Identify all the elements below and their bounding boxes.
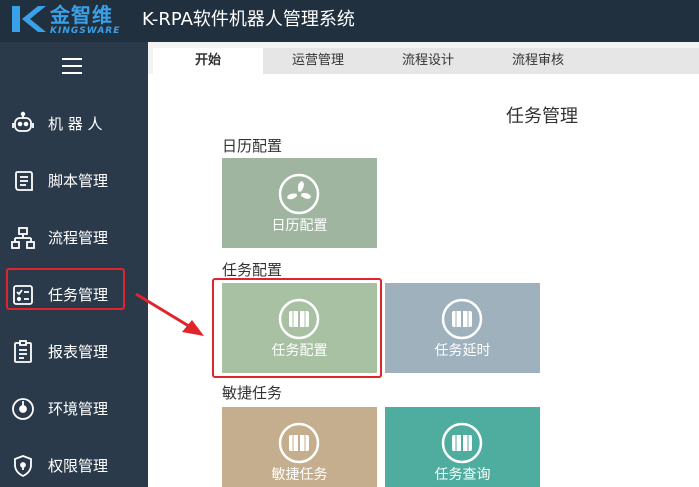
sidebar-item-script[interactable]: 脚本管理 (0, 162, 148, 200)
annotation-arrow-icon (135, 292, 204, 336)
app-title: K-RPA软件机器人管理系统 (142, 9, 355, 30)
tab-start[interactable]: 开始 (153, 48, 263, 74)
tile-calendar-config[interactable]: 日历配置 (222, 158, 377, 248)
tab-operations[interactable]: 运营管理 (263, 48, 373, 74)
book-icon (278, 422, 320, 464)
sidebar: 机 器 人 脚本管理 流程管理 任务管理 报表管理 环境管理 权限管理 (0, 42, 148, 487)
sidebar-item-label: 权限管理 (48, 457, 109, 475)
sidebar-item-label: 脚本管理 (48, 172, 109, 190)
robot-icon (12, 111, 34, 132)
sidebar-item-flow[interactable]: 流程管理 (0, 219, 148, 257)
sidebar-item-environment[interactable]: 环境管理 (0, 390, 148, 428)
logo-text-cn: 金智维 (50, 3, 113, 27)
script-icon (15, 171, 33, 191)
environment-icon (12, 398, 34, 420)
tab-flow-review[interactable]: 流程审核 (483, 48, 593, 74)
sidebar-item-label: 机 器 人 (48, 115, 103, 133)
sidebar-item-label: 环境管理 (48, 400, 109, 418)
tile-label: 任务查询 (434, 467, 491, 483)
annotation-box-tile (212, 278, 382, 378)
section-title-agile-task: 敏捷任务 (222, 384, 283, 402)
tile-label: 任务延时 (434, 343, 491, 359)
tile-agile-task[interactable]: 敏捷任务 (222, 407, 377, 487)
flow-icon (11, 227, 35, 249)
section-title-calendar: 日历配置 (222, 137, 283, 155)
annotation-box-sidebar (6, 268, 125, 310)
logo-k-icon (12, 6, 46, 32)
permission-icon (14, 455, 32, 478)
fan-icon (278, 173, 320, 215)
sidebar-item-permission[interactable]: 权限管理 (0, 447, 148, 485)
tile-task-delay[interactable]: 任务延时 (385, 283, 540, 373)
book-icon (441, 422, 483, 464)
sidebar-item-label: 流程管理 (48, 229, 109, 247)
tile-label: 日历配置 (271, 218, 328, 234)
sidebar-item-label: 报表管理 (48, 343, 109, 361)
tab-bar: 开始 运营管理 流程设计 流程审核 (148, 42, 699, 74)
page-title: 任务管理 (506, 106, 578, 127)
sidebar-item-report[interactable]: 报表管理 (0, 333, 148, 371)
tile-task-query[interactable]: 任务查询 (385, 407, 540, 487)
logo-text-en: KINGSWARE (50, 26, 121, 36)
top-bar: 金智维 KINGSWARE K-RPA软件机器人管理系统 (0, 0, 699, 42)
section-title-task-config: 任务配置 (222, 261, 283, 279)
report-icon (14, 340, 32, 363)
book-icon (441, 298, 483, 340)
logo: 金智维 KINGSWARE (10, 4, 130, 38)
tile-label: 敏捷任务 (271, 467, 328, 483)
sidebar-item-robot[interactable]: 机 器 人 (0, 105, 148, 143)
tab-flow-design[interactable]: 流程设计 (373, 48, 483, 74)
main-content: 任务管理 日历配置 日历配置 任务配置 任务配置 任务延时 敏捷任务 敏捷任务 … (148, 74, 699, 487)
hamburger-icon[interactable] (62, 58, 84, 74)
